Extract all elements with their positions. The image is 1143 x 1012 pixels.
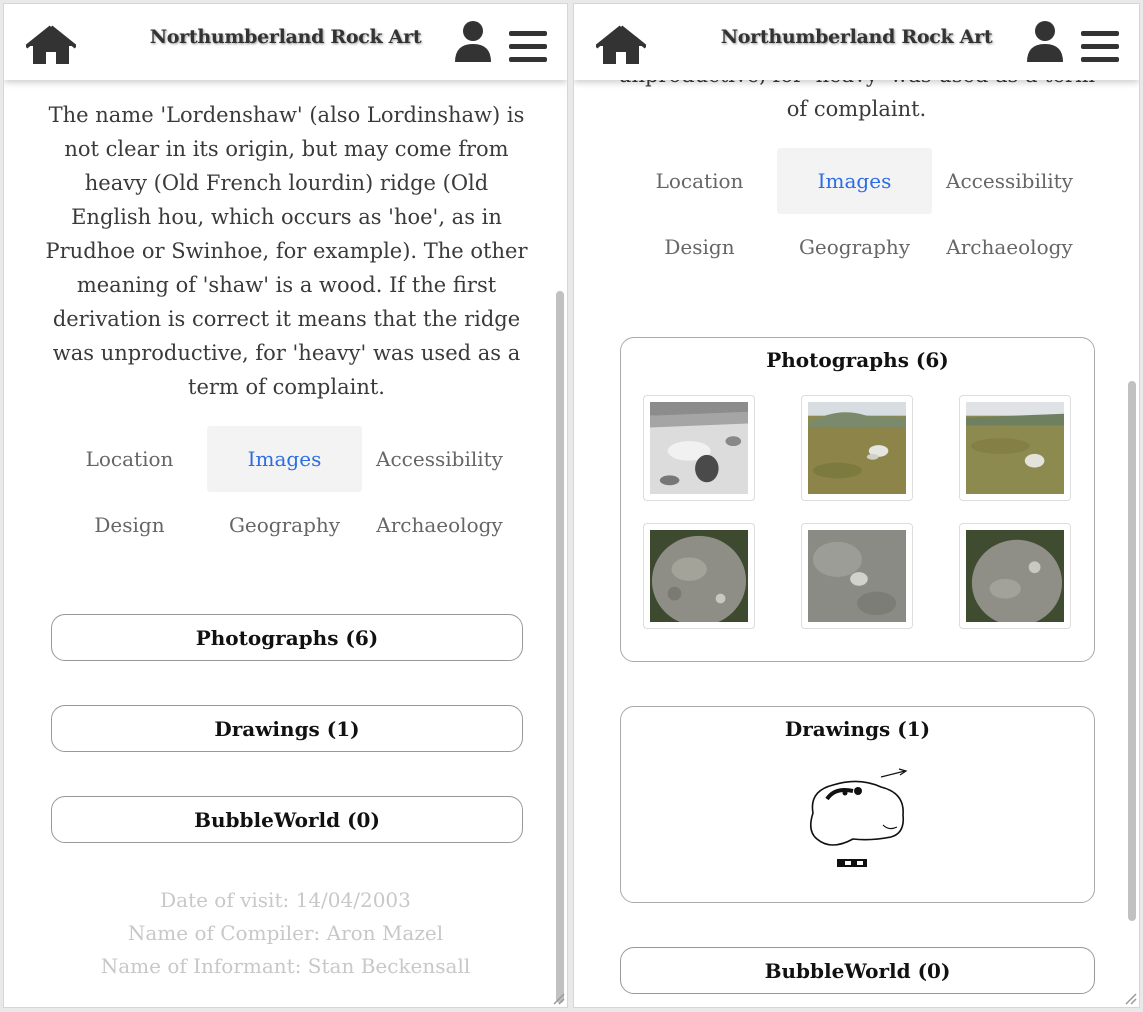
user-icon[interactable] [454,20,492,62]
hamburger-menu-icon[interactable] [1081,31,1119,63]
photographs-panel: Photographs (6) [620,337,1095,662]
bubbleworld-button[interactable]: BubbleWorld (0) [51,796,523,843]
photo-thumbnail[interactable] [643,395,755,501]
resize-grip-icon[interactable] [1123,991,1137,1005]
drawings-panel: Drawings (1) [620,706,1095,903]
page-content: unproductive, for 'heavy' was used as a … [574,4,1139,1007]
rock-drawing-thumbnail[interactable] [801,763,913,873]
compiler-name: Name of Compiler: Aron Mazel [127,921,444,945]
tab-images[interactable]: Images [207,426,362,492]
photo-grassy-field [808,402,906,494]
photo-cup-mark [808,530,906,622]
tab-design[interactable]: Design [52,492,207,558]
tab-archaeology[interactable]: Archaeology [932,214,1087,280]
photo-thumbnail[interactable] [959,523,1071,629]
tab-location[interactable]: Location [622,148,777,214]
right-screen: unproductive, for 'heavy' was used as a … [573,3,1140,1008]
photo-rock-closeup [650,530,748,622]
tab-geography[interactable]: Geography [777,214,932,280]
photo-thumbnail[interactable] [801,395,913,501]
site-header: Northumberland Rock Art [574,4,1139,80]
photo-thumbnail[interactable] [643,523,755,629]
tab-geography[interactable]: Geography [207,492,362,558]
tab-images[interactable]: Images [777,148,932,214]
resize-grip-icon[interactable] [551,991,565,1005]
photo-grassy-field-rock [966,402,1064,494]
intro-paragraph: The name 'Lordenshaw' (also Lordinshaw) … [45,103,528,399]
informant-name: Name of Informant: Stan Beckensall [100,954,471,978]
tab-accessibility[interactable]: Accessibility [362,426,517,492]
info-tabs: Location Images Accessibility Design Geo… [52,426,517,558]
page-content: The name 'Lordenshaw' (also Lordinshaw) … [4,4,567,1007]
left-screen: The name 'Lordenshaw' (also Lordinshaw) … [3,3,568,1008]
photo-thumbnail[interactable] [801,523,913,629]
tab-design[interactable]: Design [622,214,777,280]
date-of-visit: Date of visit: 14/04/2003 [160,888,411,912]
photographs-button[interactable]: Photographs (6) [51,614,523,661]
photo-snowy-moor [650,402,748,494]
visit-metadata: Date of visit: 14/04/2003 Name of Compil… [34,884,537,983]
drawings-title[interactable]: Drawings (1) [621,717,1094,741]
photographs-title[interactable]: Photographs (6) [621,348,1094,372]
scrollbar[interactable] [556,291,564,1003]
drawings-button[interactable]: Drawings (1) [51,705,523,752]
hamburger-menu-icon[interactable] [509,31,547,63]
photo-thumbnail[interactable] [959,395,1071,501]
tab-accessibility[interactable]: Accessibility [932,148,1087,214]
info-tabs: Location Images Accessibility Design Geo… [622,148,1087,280]
photo-carved-boulder [966,530,1064,622]
site-header: Northumberland Rock Art [4,4,567,80]
scrollbar[interactable] [1128,381,1136,921]
tab-location[interactable]: Location [52,426,207,492]
bubbleworld-button[interactable]: BubbleWorld (0) [620,947,1095,994]
user-icon[interactable] [1026,20,1064,62]
tab-archaeology[interactable]: Archaeology [362,492,517,558]
